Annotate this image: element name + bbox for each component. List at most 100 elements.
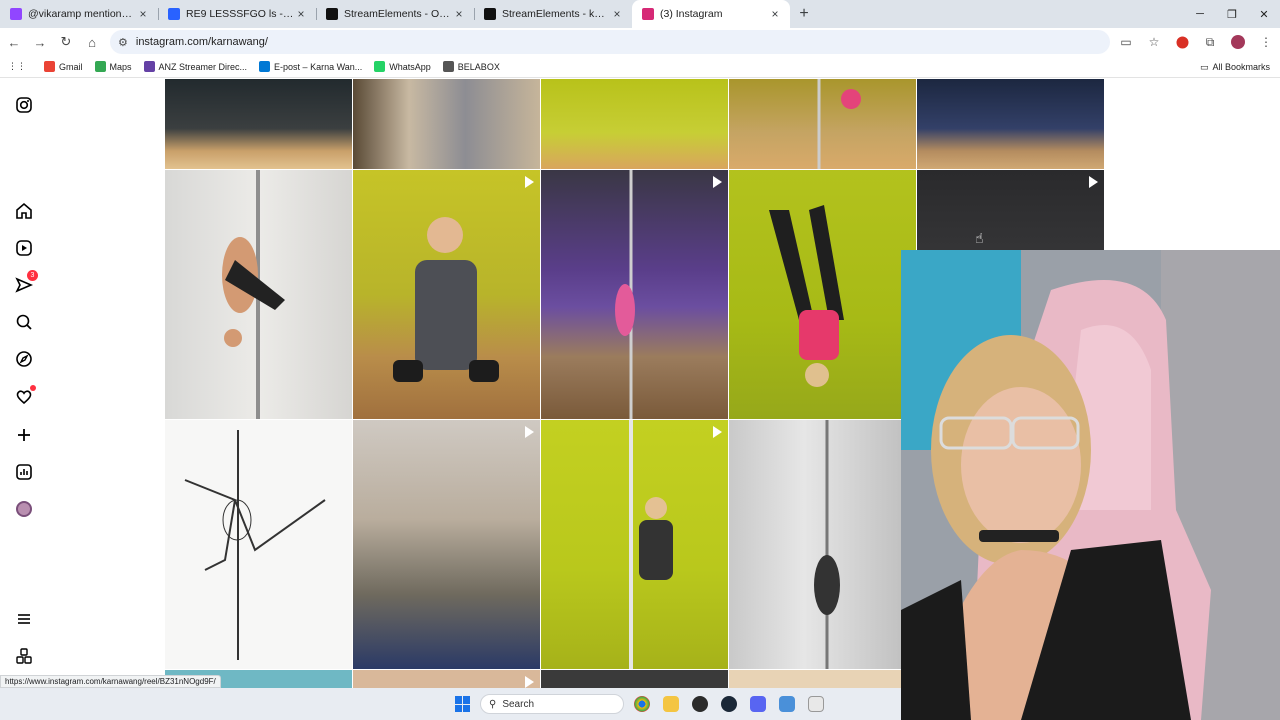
post-tile[interactable] (353, 420, 540, 669)
bookmark-star-icon[interactable]: ☆ (1140, 28, 1168, 56)
tab-close-icon[interactable]: × (294, 7, 308, 21)
home-icon[interactable] (14, 201, 34, 221)
app-notification-icon[interactable] (808, 696, 824, 712)
twitch-icon (10, 8, 22, 20)
file-explorer-icon[interactable] (663, 696, 679, 712)
new-tab-button[interactable]: + (790, 0, 818, 28)
back-icon[interactable]: ← (2, 30, 26, 54)
webcam-scene (901, 250, 1280, 720)
bookmark-label: BELABOX (457, 61, 500, 72)
create-icon[interactable] (14, 425, 34, 445)
also-from-meta-icon[interactable] (14, 646, 34, 666)
tab-close-icon[interactable]: × (610, 7, 624, 21)
more-menu-icon[interactable] (14, 609, 34, 629)
bookmark-item[interactable]: Gmail (44, 61, 83, 72)
bookmark-item[interactable]: E-post – Karna Wan... (259, 61, 362, 72)
post-tile[interactable] (541, 420, 728, 669)
instagram-logo-icon[interactable] (14, 95, 34, 115)
browser-tab[interactable]: (3) Instagram × (632, 0, 790, 28)
taskbar-search[interactable]: ⚲ Search (480, 694, 624, 714)
bookmark-favicon-icon (143, 61, 155, 72)
restore-icon[interactable]: ❐ (1216, 0, 1248, 28)
search-icon[interactable] (14, 312, 34, 332)
profile-avatar[interactable] (14, 499, 34, 519)
messages-icon[interactable]: 3 (14, 270, 38, 295)
tab-title: StreamElements - Overlays (344, 8, 452, 20)
minimize-icon[interactable]: ─ (1184, 0, 1216, 28)
cast-icon[interactable]: ▭ (1112, 28, 1140, 56)
extensions-puzzle-icon[interactable]: ⧉ (1196, 28, 1224, 56)
bookmark-favicon-icon (374, 61, 386, 72)
streamelements-icon (484, 8, 496, 20)
mouse-cursor: ☝ (975, 230, 984, 246)
apps-grid-icon[interactable]: ⋮⋮ (8, 61, 26, 72)
post-tile[interactable] (165, 79, 352, 169)
tab-close-icon[interactable]: × (452, 7, 466, 21)
explore-icon[interactable] (14, 349, 34, 369)
reel-play-icon (713, 176, 722, 188)
browser-tab[interactable]: RE9 LESSSFGO ls - Restream× (158, 0, 316, 28)
browser-tab-strip: @vikaramp mentioned you×RE9 LESSSFGO ls … (0, 0, 1280, 28)
reload-icon[interactable]: ↻ (54, 30, 78, 54)
address-bar[interactable]: ⚙ instagram.com/karnawang/ (110, 30, 1110, 54)
reel-play-icon (525, 176, 534, 188)
pole-dancer-sketch (184, 430, 326, 660)
site-info-icon[interactable]: ⚙ (118, 36, 128, 49)
browser-tab[interactable]: StreamElements - Overlays× (316, 0, 474, 28)
all-bookmarks-button[interactable]: ▭ All Bookmarks (1200, 56, 1270, 78)
post-tile[interactable] (541, 79, 728, 169)
notification-dot (30, 385, 36, 391)
close-window-icon[interactable]: ✕ (1248, 0, 1280, 28)
bookmark-item[interactable]: ANZ Streamer Direc... (143, 61, 248, 72)
browser-tab[interactable]: StreamElements - karna × (474, 0, 632, 28)
post-tile[interactable] (729, 420, 916, 669)
pole-dancer-figure (817, 79, 861, 169)
dashboard-icon[interactable] (14, 462, 34, 482)
bookmark-item[interactable]: Maps (94, 61, 132, 72)
post-tile[interactable] (165, 420, 352, 669)
bookmark-label: ANZ Streamer Direc... (158, 61, 248, 72)
post-tile[interactable] (165, 170, 352, 419)
streamelements-icon (326, 8, 338, 20)
bookmark-label: Gmail (59, 61, 83, 72)
post-tile[interactable] (729, 170, 916, 419)
post-tile[interactable] (917, 79, 1104, 169)
post-tile[interactable] (353, 170, 540, 419)
tab-title: StreamElements - karna (502, 8, 610, 20)
bookmark-item[interactable]: WhatsApp (374, 61, 431, 72)
pole-dancer-figure (814, 420, 840, 669)
obs-icon[interactable] (692, 696, 708, 712)
notifications-icon[interactable] (14, 385, 36, 407)
profile-icon[interactable] (1224, 28, 1252, 56)
post-tile[interactable] (729, 79, 916, 169)
chrome-app-icon[interactable] (634, 696, 650, 712)
folder-icon: ▭ (1199, 61, 1209, 72)
steam-icon[interactable] (721, 696, 737, 712)
forward-icon[interactable]: → (28, 30, 52, 54)
streamer-webcam (901, 250, 1280, 720)
instagram-icon (642, 8, 654, 20)
app-icon[interactable] (779, 696, 795, 712)
bookmarks-bar: ⋮⋮ Gmail Maps ANZ Streamer Direc... E-post … (0, 56, 1280, 78)
pole-dancer-figure (615, 170, 635, 419)
browser-tab[interactable]: @vikaramp mentioned you× (0, 0, 158, 28)
bookmark-item[interactable]: BELABOX (442, 61, 500, 72)
discord-icon[interactable] (750, 696, 766, 712)
home-button-icon[interactable]: ⌂ (80, 30, 104, 54)
chrome-menu-icon[interactable]: ⋮ (1252, 28, 1280, 56)
post-tile[interactable] (353, 79, 540, 169)
bookmark-label: Maps (109, 61, 132, 72)
tab-close-icon[interactable]: × (768, 7, 782, 21)
all-bookmarks-label: All Bookmarks (1212, 62, 1270, 72)
tab-close-icon[interactable]: × (136, 7, 150, 21)
bookmark-favicon-icon (94, 61, 106, 72)
windows-start-icon[interactable] (455, 696, 471, 712)
post-tile[interactable] (541, 170, 728, 419)
extension-red-icon[interactable] (1168, 28, 1196, 56)
reels-icon[interactable] (14, 238, 34, 258)
messages-badge: 3 (27, 270, 38, 281)
taskbar-search-label: Search (502, 698, 535, 710)
weightlifter-figure (393, 217, 499, 382)
handstand-figure (769, 205, 844, 387)
pole-dancer-figure (629, 420, 673, 669)
